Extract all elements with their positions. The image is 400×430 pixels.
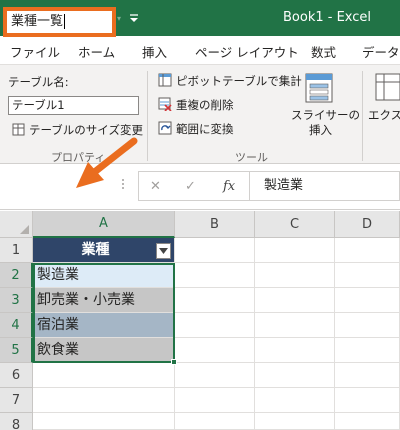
filter-dropdown-button[interactable] xyxy=(156,243,171,259)
table-cell[interactable]: 製造業 xyxy=(33,263,175,288)
formula-controls: ✕ ✓ fx xyxy=(138,171,250,201)
formula-input[interactable]: 製造業 xyxy=(250,171,400,201)
row-header[interactable]: 5 xyxy=(0,338,33,363)
resize-table-icon xyxy=(11,122,25,136)
grid-cell[interactable] xyxy=(175,263,255,288)
pivot-table-icon xyxy=(157,72,172,87)
group-divider xyxy=(362,71,363,161)
column-header-b[interactable]: B xyxy=(175,211,255,238)
grid-cell[interactable] xyxy=(255,288,335,313)
tab-formulas[interactable]: 数式 xyxy=(311,42,336,61)
row-header[interactable]: 1 xyxy=(0,238,33,263)
table-name-input[interactable]: テーブル1 xyxy=(8,96,139,115)
grid-cell[interactable] xyxy=(335,338,400,363)
tab-page-layout[interactable]: ページ レイアウト xyxy=(195,42,299,61)
enter-icon[interactable]: ✓ xyxy=(185,179,196,194)
grid-cell[interactable] xyxy=(335,263,400,288)
grid-cell[interactable] xyxy=(335,413,400,430)
grid-cell[interactable] xyxy=(255,263,335,288)
grid-cell[interactable] xyxy=(255,413,335,430)
ribbon-tabs: ファイル ホーム 挿入 ページ レイアウト 数式 データ xyxy=(0,36,400,64)
grid-cell[interactable] xyxy=(335,388,400,413)
slicer-icon[interactable] xyxy=(302,71,336,105)
select-all-triangle-icon xyxy=(20,225,29,234)
row-header[interactable]: 2 xyxy=(0,263,33,288)
tools-group-label: ツール xyxy=(235,151,268,164)
fill-handle[interactable] xyxy=(171,359,177,365)
grid-cell[interactable] xyxy=(175,288,255,313)
tab-data[interactable]: データ xyxy=(362,42,400,61)
tab-insert[interactable]: 挿入 xyxy=(142,42,167,61)
select-all-corner[interactable] xyxy=(0,211,33,238)
insert-slicer-label-2[interactable]: 挿入 xyxy=(309,122,332,138)
window-title: Book1 - Excel xyxy=(283,10,372,25)
convert-to-range-button[interactable]: 範囲に変換 xyxy=(176,121,234,137)
export-icon[interactable] xyxy=(374,71,400,105)
insert-function-icon[interactable]: fx xyxy=(223,179,235,194)
ribbon-body: テーブル名: テーブル1 テーブルのサイズ変更 プロパティ ピボットテーブルで集… xyxy=(0,64,400,164)
grid-cell[interactable] xyxy=(175,313,255,338)
row-header[interactable]: 7 xyxy=(0,388,33,413)
remove-duplicates-icon xyxy=(157,96,172,111)
grid-cell[interactable] xyxy=(255,338,335,363)
grid-cell[interactable] xyxy=(33,388,175,413)
column-header-c[interactable]: C xyxy=(255,211,335,238)
table-cell[interactable]: 飲食業 xyxy=(33,338,175,363)
pivot-table-button[interactable]: ピボットテーブルで集計 xyxy=(176,73,302,89)
tab-home[interactable]: ホーム xyxy=(78,42,115,61)
grid-cell[interactable] xyxy=(335,313,400,338)
grid-cell[interactable] xyxy=(175,338,255,363)
insert-slicer-label-1[interactable]: スライサーの xyxy=(291,107,360,123)
row-header[interactable]: 6 xyxy=(0,363,33,388)
grid-cell[interactable] xyxy=(335,238,400,263)
cancel-icon[interactable]: ✕ xyxy=(150,179,161,194)
tab-file[interactable]: ファイル xyxy=(10,42,60,61)
row-header[interactable]: 4 xyxy=(0,313,33,338)
table-cell[interactable]: 卸売業・小売業 xyxy=(33,288,175,313)
grid-cell[interactable] xyxy=(175,363,255,388)
grid-cell[interactable] xyxy=(175,388,255,413)
grid-cell[interactable] xyxy=(33,413,175,430)
name-box[interactable]: 業種一覧 xyxy=(3,7,116,37)
grid-cell[interactable] xyxy=(175,238,255,263)
customize-qat-icon[interactable] xyxy=(128,9,140,27)
group-divider xyxy=(147,71,148,161)
grid-cell[interactable] xyxy=(33,363,175,388)
row-header[interactable]: 3 xyxy=(0,288,33,313)
table-cell[interactable]: 宿泊業 xyxy=(33,313,175,338)
grid-cell[interactable] xyxy=(335,288,400,313)
table-header-cell[interactable]: 業種 xyxy=(33,238,175,263)
grid-cell[interactable] xyxy=(255,363,335,388)
column-header-a[interactable]: A xyxy=(33,211,175,238)
row-header[interactable]: 8 xyxy=(0,413,33,430)
grid-cell[interactable] xyxy=(255,388,335,413)
grid-cell[interactable] xyxy=(255,313,335,338)
convert-to-range-icon xyxy=(157,120,172,135)
text-caret xyxy=(64,14,66,29)
name-box-value: 業種一覧 xyxy=(11,14,64,29)
callout-arrow-icon xyxy=(76,137,138,188)
grid-cell[interactable] xyxy=(175,413,255,430)
export-label[interactable]: エクスポ xyxy=(368,107,400,123)
grid-cell[interactable] xyxy=(335,363,400,388)
table-name-label: テーブル名: xyxy=(8,75,69,89)
column-header-d[interactable]: D xyxy=(335,211,400,238)
chevron-down-icon xyxy=(159,248,168,254)
grid-cell[interactable] xyxy=(255,238,335,263)
remove-duplicates-button[interactable]: 重複の削除 xyxy=(176,97,234,113)
